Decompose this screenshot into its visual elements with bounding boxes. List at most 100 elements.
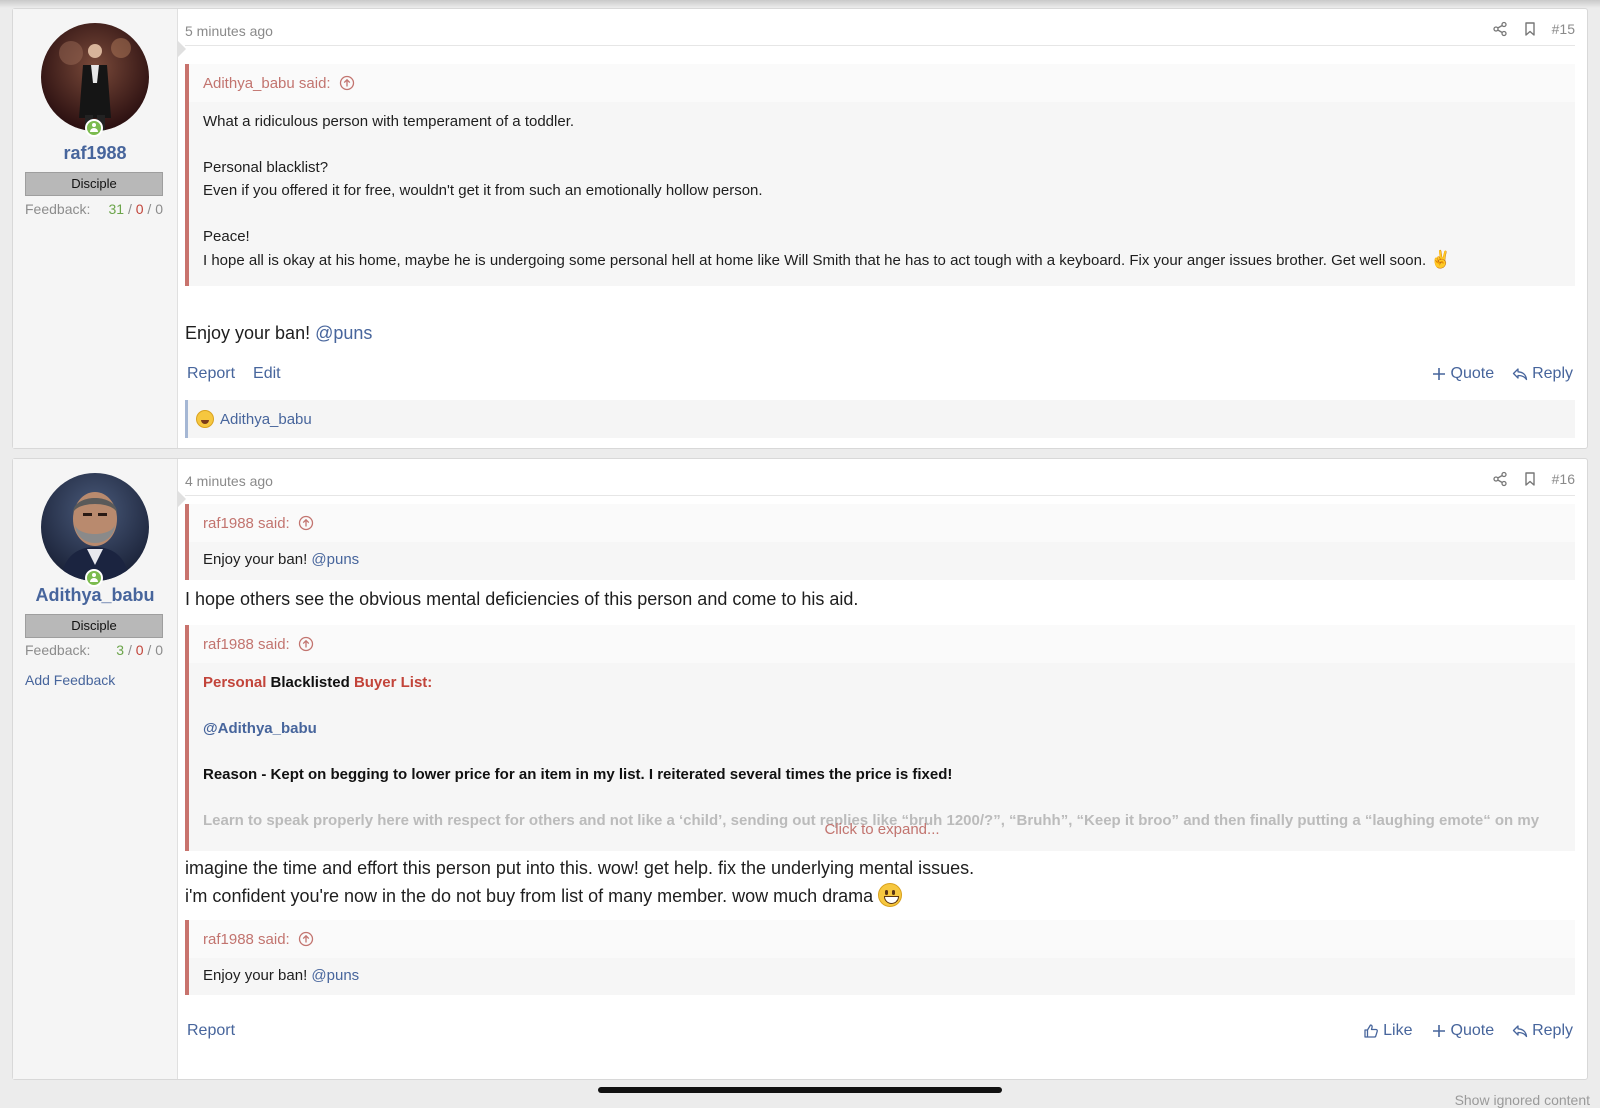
laughing-reaction-icon	[196, 410, 214, 428]
avatar[interactable]	[41, 473, 149, 587]
mention-link[interactable]: @puns	[315, 323, 372, 343]
reactions-bar[interactable]: Adithya_babu	[185, 400, 1575, 438]
username[interactable]: Adithya_babu	[13, 585, 177, 606]
post-number[interactable]: #16	[1552, 471, 1575, 487]
quote-title-part: Blacklisted	[270, 674, 350, 691]
quote-line: What a ridiculous person with temperamen…	[203, 113, 575, 130]
post-actions: Report Edit Quote Reply	[185, 365, 1575, 389]
quote-author[interactable]: raf1988 said:	[203, 931, 290, 948]
message-text: Enjoy your ban!	[185, 323, 311, 343]
feedback-neutral[interactable]: 0	[155, 201, 163, 217]
feedback-negative[interactable]: 0	[136, 642, 144, 658]
plus-icon	[1432, 1025, 1445, 1037]
quote-body: What a ridiculous person with temperamen…	[189, 102, 1575, 272]
post-actions: Report Like Quote Reply	[185, 1022, 1575, 1046]
quote-text: Enjoy your ban!	[203, 551, 308, 568]
quote-button[interactable]: Quote	[1431, 365, 1495, 383]
jump-to-quote-icon[interactable]	[339, 75, 355, 91]
top-shadow	[0, 0, 1600, 8]
reply-button[interactable]: Reply	[1512, 1022, 1573, 1040]
quote-line: I hope all is okay at his home, maybe he…	[203, 252, 1427, 269]
post-main: 5 minutes ago #15 Adithya_babu said: Wha…	[185, 9, 1575, 448]
avatar-image[interactable]	[41, 23, 149, 131]
feedback-positive[interactable]: 31	[108, 201, 124, 217]
quote-line: Personal blacklist?	[203, 159, 329, 176]
quote-title-part: Personal	[203, 674, 267, 691]
post-message: I hope others see the obvious mental def…	[185, 585, 1575, 613]
avatar-image[interactable]	[41, 473, 149, 581]
quote-author[interactable]: Adithya_babu said:	[203, 75, 331, 92]
share-icon[interactable]	[1492, 21, 1508, 37]
avatar[interactable]	[41, 23, 149, 137]
post-meta: 4 minutes ago #16	[185, 471, 1575, 496]
report-link[interactable]: Report	[187, 1022, 235, 1040]
post-number[interactable]: #15	[1552, 21, 1575, 37]
quote-body: Enjoy your ban! @puns	[189, 958, 1575, 987]
feedback-positive[interactable]: 3	[116, 642, 124, 658]
add-feedback-link[interactable]: Add Feedback	[25, 672, 115, 688]
post-main: 4 minutes ago #16 raf1988 said: Enjoy yo…	[185, 459, 1575, 1079]
quote-header[interactable]: Adithya_babu said:	[189, 64, 1575, 102]
plus-icon	[1432, 368, 1445, 380]
reply-label: Reply	[1532, 1022, 1573, 1039]
post-16: Adithya_babu Disciple Feedback: 3 / 0 / …	[12, 458, 1588, 1080]
quote-block: raf1988 said: Enjoy your ban! @puns	[185, 920, 1575, 995]
bookmark-icon[interactable]	[1522, 471, 1538, 487]
feedback-summary: Feedback: 31 / 0 / 0	[25, 201, 163, 217]
mention-link[interactable]: @Adithya_babu	[203, 720, 317, 737]
jump-to-quote-icon[interactable]	[298, 636, 314, 652]
quote-author[interactable]: raf1988 said:	[203, 515, 290, 532]
user-rank-badge: Disciple	[25, 172, 163, 196]
message-line: imagine the time and effort this person …	[185, 858, 975, 878]
quote-line: Peace!	[203, 228, 250, 245]
feedback-neutral[interactable]: 0	[155, 642, 163, 658]
quote-body: Personal Blacklisted Buyer List: @Adithy…	[189, 663, 1575, 832]
click-to-expand-link[interactable]: Click to expand...	[189, 821, 1575, 838]
jump-to-quote-icon[interactable]	[298, 931, 314, 947]
feedback-negative[interactable]: 0	[136, 201, 144, 217]
feedback-label: Feedback:	[25, 642, 91, 658]
victory-hand-emoji: ✌	[1430, 250, 1452, 269]
post-time[interactable]: 5 minutes ago	[185, 23, 273, 39]
mention-link[interactable]: @puns	[311, 551, 359, 568]
quote-line: Even if you offered it for free, wouldn'…	[203, 182, 763, 199]
grinning-emoji	[878, 883, 903, 907]
edit-link[interactable]: Edit	[253, 365, 281, 383]
quote-header[interactable]: raf1988 said:	[189, 920, 1575, 958]
jump-to-quote-icon[interactable]	[298, 515, 314, 531]
reaction-user[interactable]: Adithya_babu	[220, 411, 312, 428]
quote-block: raf1988 said: Personal Blacklisted Buyer…	[185, 625, 1575, 851]
post-message: Enjoy your ban! @puns	[185, 319, 1575, 347]
post-meta: 5 minutes ago #15	[185, 21, 1575, 46]
quote-header[interactable]: raf1988 said:	[189, 625, 1575, 663]
quote-author[interactable]: raf1988 said:	[203, 636, 290, 653]
quote-label: Quote	[1450, 1022, 1495, 1039]
username[interactable]: raf1988	[13, 143, 177, 164]
share-icon[interactable]	[1492, 471, 1508, 487]
like-button[interactable]: Like	[1363, 1022, 1413, 1040]
message-text: I hope others see the obvious mental def…	[185, 589, 859, 609]
report-link[interactable]: Report	[187, 365, 235, 383]
quote-header[interactable]: raf1988 said:	[189, 504, 1575, 542]
quote-block: raf1988 said: Enjoy your ban! @puns	[185, 504, 1575, 580]
quote-text: Enjoy your ban!	[203, 967, 308, 984]
quote-title-part: Buyer List:	[353, 674, 433, 691]
like-label: Like	[1383, 1022, 1413, 1039]
mention-link[interactable]: @puns	[311, 967, 359, 984]
reply-icon	[1512, 1025, 1528, 1038]
bookmark-icon[interactable]	[1522, 21, 1538, 37]
reply-label: Reply	[1532, 365, 1573, 382]
user-rank-badge: Disciple	[25, 614, 163, 638]
user-cell: Adithya_babu Disciple Feedback: 3 / 0 / …	[13, 459, 186, 1079]
quote-block: Adithya_babu said: What a ridiculous per…	[185, 64, 1575, 286]
feedback-summary: Feedback: 3 / 0 / 0	[25, 642, 163, 658]
feedback-label: Feedback:	[25, 201, 91, 217]
quote-button[interactable]: Quote	[1431, 1022, 1495, 1040]
message-line: i'm confident you're now in the do not b…	[185, 886, 874, 906]
quote-reason: Reason - Kept on begging to lower price …	[203, 766, 953, 783]
home-indicator[interactable]	[598, 1087, 1002, 1093]
post-time[interactable]: 4 minutes ago	[185, 473, 273, 489]
show-ignored-content-link[interactable]: Show ignored content	[1455, 1092, 1590, 1108]
quote-label: Quote	[1450, 365, 1495, 382]
reply-button[interactable]: Reply	[1512, 365, 1573, 383]
